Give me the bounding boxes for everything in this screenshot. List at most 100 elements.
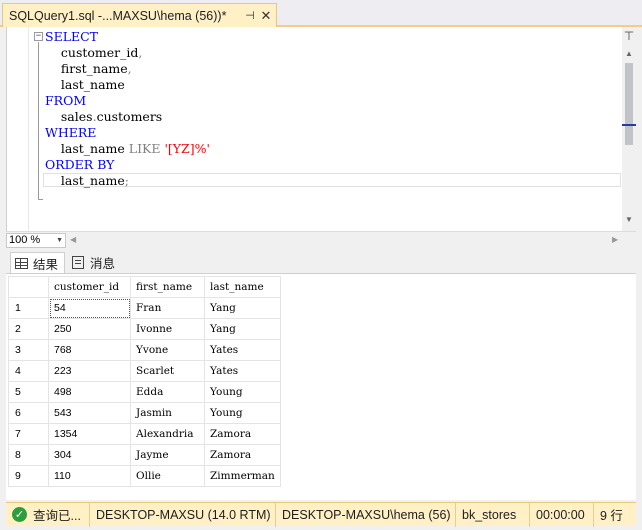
scroll-down-icon[interactable]: ▼ [622, 213, 636, 227]
code-line[interactable]: sales.customers [45, 109, 210, 125]
code-line[interactable]: customer_id, [45, 45, 210, 61]
sql-token: , [138, 45, 143, 60]
sql-token: customer_id [45, 45, 139, 60]
sql-token: first_name [45, 61, 128, 76]
editor-vertical-scrollbar[interactable]: ⊤ ▲ ▼ [622, 27, 636, 231]
sql-code[interactable]: SELECT customer_id, first_name, last_nam… [45, 29, 210, 189]
tab-messages[interactable]: 消息 [68, 252, 121, 273]
fold-toggle-icon[interactable]: − [34, 32, 43, 41]
code-line[interactable]: ORDER BY [45, 157, 210, 173]
cell-last-name[interactable]: Zamora [204, 444, 281, 466]
success-check-icon: ✓ [12, 507, 27, 522]
cell-last-name[interactable]: Yang [204, 318, 281, 340]
table-row[interactable]: 9 110 Ollie Zimmerman [8, 465, 281, 487]
cell-customer-id[interactable]: 304 [48, 444, 131, 466]
row-number[interactable]: 5 [8, 381, 49, 403]
code-line[interactable]: last_name [45, 77, 210, 93]
cell-first-name[interactable]: Ivonne [130, 318, 205, 340]
table-row[interactable]: 6 543 Jasmin Young [8, 402, 281, 424]
code-line[interactable]: first_name, [45, 61, 210, 77]
sql-token: LIKE [128, 141, 161, 156]
cell-first-name[interactable]: Edda [130, 381, 205, 403]
code-line[interactable]: WHERE [45, 125, 210, 141]
cell-customer-id[interactable]: 250 [48, 318, 131, 340]
cell-customer-id[interactable]: 110 [48, 465, 131, 487]
close-icon[interactable]: ✕ [258, 8, 274, 24]
cell-customer-id[interactable]: 223 [48, 360, 131, 382]
sql-keyword: ORDER BY [45, 157, 115, 172]
cell-last-name[interactable]: Zamora [204, 423, 281, 445]
tab-results[interactable]: 结果 [10, 252, 66, 273]
cell-last-name[interactable]: Young [204, 381, 281, 403]
query-editor[interactable]: − SELECT customer_id, first_name, last_n… [6, 27, 636, 231]
cell-first-name[interactable]: Jayme [130, 444, 205, 466]
scroll-left-icon[interactable]: ◀ [70, 235, 76, 244]
sql-token: , [127, 61, 132, 76]
row-number[interactable]: 9 [8, 465, 49, 487]
sql-token: last_name [45, 173, 125, 188]
sql-token: last_name [45, 141, 129, 156]
grid-icon [15, 257, 28, 269]
query-tab[interactable]: SQLQuery1.sql -...MAXSU\hema (56))* ⊣ ✕ [2, 3, 277, 27]
cell-first-name[interactable]: Ollie [130, 465, 205, 487]
query-tab-title: SQLQuery1.sql -...MAXSU\hema (56))* [9, 8, 227, 23]
row-number[interactable]: 2 [8, 318, 49, 340]
scroll-up-icon[interactable]: ▲ [622, 47, 636, 61]
cell-customer-id[interactable]: 54 [48, 297, 131, 319]
cell-first-name[interactable]: Fran [130, 297, 205, 319]
table-row[interactable]: 8 304 Jayme Zamora [8, 444, 281, 466]
editor-gutter [7, 27, 29, 231]
cell-last-name[interactable]: Zimmerman [204, 465, 281, 487]
sql-string: '[YZ]%' [164, 141, 210, 156]
row-count: 9 行 [600, 509, 623, 523]
column-header-last-name[interactable]: last_name [204, 276, 281, 298]
row-number[interactable]: 6 [8, 402, 49, 424]
row-number-header[interactable] [8, 276, 49, 298]
row-number[interactable]: 3 [8, 339, 49, 361]
cell-last-name[interactable]: Young [204, 402, 281, 424]
column-header-customer-id[interactable]: customer_id [48, 276, 131, 298]
row-number[interactable]: 1 [8, 297, 49, 319]
cell-last-name[interactable]: Yates [204, 360, 281, 382]
scroll-thumb[interactable] [625, 63, 633, 145]
results-grid: customer_id first_name last_name 1 54 Fran… [8, 276, 281, 487]
code-line[interactable]: last_name LIKE '[YZ]%' [45, 141, 210, 157]
cell-customer-id[interactable]: 1354 [48, 423, 131, 445]
cell-first-name[interactable]: Alexandria [130, 423, 205, 445]
table-row[interactable]: 4 223 Scarlet Yates [8, 360, 281, 382]
cell-customer-id[interactable]: 498 [48, 381, 131, 403]
cell-first-name[interactable]: Jasmin [130, 402, 205, 424]
table-row[interactable]: 1 54 Fran Yang [8, 297, 281, 319]
scroll-right-icon[interactable]: ▶ [612, 235, 618, 244]
table-row[interactable]: 5 498 Edda Young [8, 381, 281, 403]
code-line[interactable]: SELECT [45, 29, 210, 45]
cell-last-name[interactable]: Yates [204, 339, 281, 361]
results-pane: customer_id first_name last_name 1 54 Fran… [6, 273, 636, 500]
chevron-down-icon[interactable]: ▼ [56, 234, 63, 247]
query-status: ✓ 查询已... [6, 502, 90, 527]
table-row[interactable]: 2 250 Ivonne Yang [8, 318, 281, 340]
results-tab-strip: 结果 消息 [6, 250, 636, 273]
table-row[interactable]: 3 768 Yvone Yates [8, 339, 281, 361]
document-tab-strip: SQLQuery1.sql -...MAXSU\hema (56))* ⊣ ✕ [0, 0, 642, 27]
cell-customer-id[interactable]: 768 [48, 339, 131, 361]
table-row[interactable]: 7 1354 Alexandria Zamora [8, 423, 281, 445]
editor-zoom-bar: 100 % ▼ ◀ ▶ [6, 231, 636, 248]
zoom-select[interactable]: 100 % ▼ [6, 233, 66, 248]
cell-last-name[interactable]: Yang [204, 297, 281, 319]
row-number[interactable]: 7 [8, 423, 49, 445]
row-number[interactable]: 8 [8, 444, 49, 466]
code-line[interactable]: FROM [45, 93, 210, 109]
code-line[interactable]: last_name; [45, 173, 210, 189]
cell-customer-id[interactable]: 543 [48, 402, 131, 424]
pin-icon[interactable]: ⊣ [242, 9, 258, 22]
row-number[interactable]: 4 [8, 360, 49, 382]
sql-keyword: SELECT [45, 29, 99, 44]
elapsed-time: 00:00:00 [530, 502, 594, 527]
fold-guide [38, 42, 39, 200]
message-icon [72, 256, 84, 269]
cell-first-name[interactable]: Scarlet [130, 360, 205, 382]
cell-first-name[interactable]: Yvone [130, 339, 205, 361]
split-handle-icon[interactable]: ⊤ [622, 27, 636, 47]
column-header-first-name[interactable]: first_name [130, 276, 205, 298]
